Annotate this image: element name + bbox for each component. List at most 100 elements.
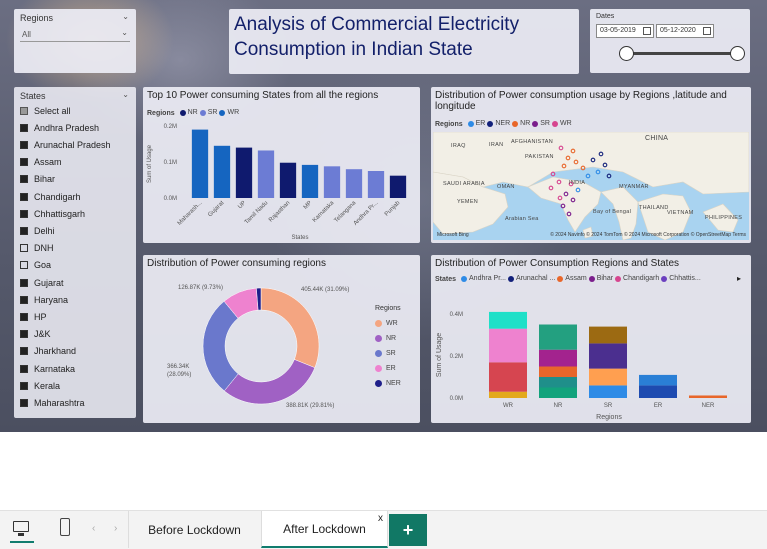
bar[interactable]	[279, 162, 297, 198]
regions-states-stacked-chart[interactable]: Distribution of Power Consumption Region…	[431, 255, 751, 423]
checkbox[interactable]	[20, 158, 28, 167]
chevron-left-icon[interactable]: ‹	[92, 523, 95, 534]
tab-before-lockdown[interactable]: Before Lockdown	[128, 511, 260, 548]
checkbox[interactable]	[20, 330, 28, 339]
mobile-view-icon[interactable]	[60, 518, 70, 536]
tab-after-lockdown[interactable]: After Lockdown x	[261, 511, 388, 548]
stacked-bar-segment[interactable]	[539, 377, 577, 388]
stacked-bar-segment[interactable]	[539, 387, 577, 399]
calendar-icon[interactable]	[703, 27, 711, 35]
states-slicer[interactable]: States ⌄ Select all Andhra Pradesh Arunach…	[14, 87, 136, 418]
map-point[interactable]	[585, 173, 591, 179]
checkbox[interactable]	[20, 123, 28, 132]
checkbox[interactable]	[20, 226, 28, 235]
regions-donut-chart[interactable]: Distribution of Power consuming regions …	[143, 255, 420, 423]
stacked-bar-segment[interactable]	[589, 343, 627, 369]
bar[interactable]	[345, 169, 363, 198]
bar[interactable]	[367, 171, 385, 198]
stacked-bar-segment[interactable]	[489, 311, 527, 329]
checkbox[interactable]	[20, 381, 28, 390]
map-point[interactable]	[606, 173, 612, 179]
states-slicer-item[interactable]: Delhi	[20, 222, 55, 239]
dates-slicer[interactable]: Dates 03-05-2019 05-12-2020	[590, 9, 750, 73]
states-slicer-item[interactable]: Haryana	[20, 291, 68, 308]
calendar-icon[interactable]	[643, 27, 651, 35]
add-page-button[interactable]: +	[389, 514, 427, 546]
donut-slice[interactable]	[223, 359, 316, 405]
states-slicer-item[interactable]: Gujarat	[20, 274, 64, 291]
bar[interactable]	[389, 175, 407, 198]
states-slicer-item[interactable]: Jharkhand	[20, 343, 76, 360]
legend-item[interactable]: NR	[375, 331, 401, 346]
chevron-right-icon[interactable]: ›	[114, 523, 117, 534]
stacked-bar-segment[interactable]	[539, 349, 577, 367]
states-slicer-item[interactable]: Assam	[20, 154, 62, 171]
end-date-input[interactable]: 05-12-2020	[656, 24, 714, 38]
bar[interactable]	[213, 145, 231, 198]
states-slicer-item[interactable]: Kerala	[20, 377, 60, 394]
states-slicer-item[interactable]: DNH	[20, 240, 54, 257]
stacked-bar-segment[interactable]	[489, 328, 527, 363]
map-point[interactable]	[550, 171, 556, 177]
stacked-bar-segment[interactable]	[589, 326, 627, 344]
legend-item[interactable]: ER	[467, 120, 485, 127]
legend-item[interactable]: NER	[487, 120, 510, 127]
checkbox[interactable]	[20, 295, 28, 304]
legend-item[interactable]: NER	[375, 376, 401, 391]
chevron-down-icon[interactable]: ⌄	[122, 90, 129, 99]
checkbox[interactable]	[20, 106, 28, 115]
donut-slice[interactable]	[202, 300, 239, 392]
states-slicer-item[interactable]: Chhattisgarh	[20, 205, 85, 222]
bar[interactable]	[323, 166, 341, 198]
chevron-down-icon[interactable]: ⌄	[122, 12, 129, 21]
stacked-bar-segment[interactable]	[589, 368, 627, 386]
regions-map-chart[interactable]: Distribution of Power consumption usage …	[431, 87, 751, 243]
checkbox[interactable]	[20, 244, 28, 253]
legend-item[interactable]: SR	[532, 120, 550, 127]
map-point[interactable]	[595, 169, 601, 175]
states-slicer-item[interactable]: Bihar	[20, 171, 55, 188]
bar[interactable]	[257, 150, 275, 198]
checkbox[interactable]	[20, 364, 28, 373]
desktop-view-icon[interactable]	[10, 517, 34, 543]
checkbox[interactable]	[20, 192, 28, 201]
states-slicer-item[interactable]: Select all	[20, 102, 71, 119]
states-slicer-item[interactable]: Maharashtra	[20, 394, 85, 411]
top10-states-bar-chart[interactable]: Top 10 Power consuming States from all t…	[143, 87, 420, 243]
stacked-bar-segment[interactable]	[539, 324, 577, 350]
regions-dropdown[interactable]: All ⌄	[20, 28, 130, 42]
checkbox[interactable]	[20, 140, 28, 149]
legend-item[interactable]: NR	[512, 120, 530, 127]
bar[interactable]	[235, 147, 253, 198]
states-slicer-item[interactable]: Chandigarh	[20, 188, 81, 205]
states-slicer-item[interactable]: Karnataka	[20, 360, 75, 377]
stacked-bar-segment[interactable]	[689, 395, 727, 398]
states-slicer-item[interactable]: J&K	[20, 326, 51, 343]
legend-item[interactable]: WR	[375, 316, 401, 331]
date-range-start-handle[interactable]	[619, 46, 634, 61]
legend-item[interactable]: SR	[375, 346, 401, 361]
stacked-bar-segment[interactable]	[639, 374, 677, 386]
checkbox[interactable]	[20, 278, 28, 287]
checkbox[interactable]	[20, 261, 28, 270]
stacked-bar-segment[interactable]	[489, 362, 527, 392]
states-slicer-item[interactable]: Goa	[20, 257, 51, 274]
stacked-bar-segment[interactable]	[539, 366, 577, 378]
start-date-input[interactable]: 03-05-2019	[596, 24, 654, 38]
checkbox[interactable]	[20, 347, 28, 356]
legend-item[interactable]: WR	[552, 120, 572, 127]
states-slicer-item[interactable]: Andhra Pradesh	[20, 119, 99, 136]
close-icon[interactable]: x	[378, 513, 383, 524]
checkbox[interactable]	[20, 312, 28, 321]
stacked-bar-segment[interactable]	[639, 385, 677, 398]
stacked-bar-segment[interactable]	[589, 385, 627, 398]
checkbox[interactable]	[20, 398, 28, 407]
regions-slicer[interactable]: Regions ⌄ All ⌄	[14, 9, 136, 73]
bar[interactable]	[301, 164, 319, 198]
checkbox[interactable]	[20, 209, 28, 218]
map-canvas[interactable]: CHINA IRAQ IRAN AFGHANISTAN PAKISTAN SAUDI AR…	[433, 132, 749, 240]
donut-slice[interactable]	[260, 287, 320, 368]
stacked-bar-segment[interactable]	[489, 391, 527, 398]
legend-item[interactable]: ER	[375, 361, 401, 376]
checkbox[interactable]	[20, 175, 28, 184]
